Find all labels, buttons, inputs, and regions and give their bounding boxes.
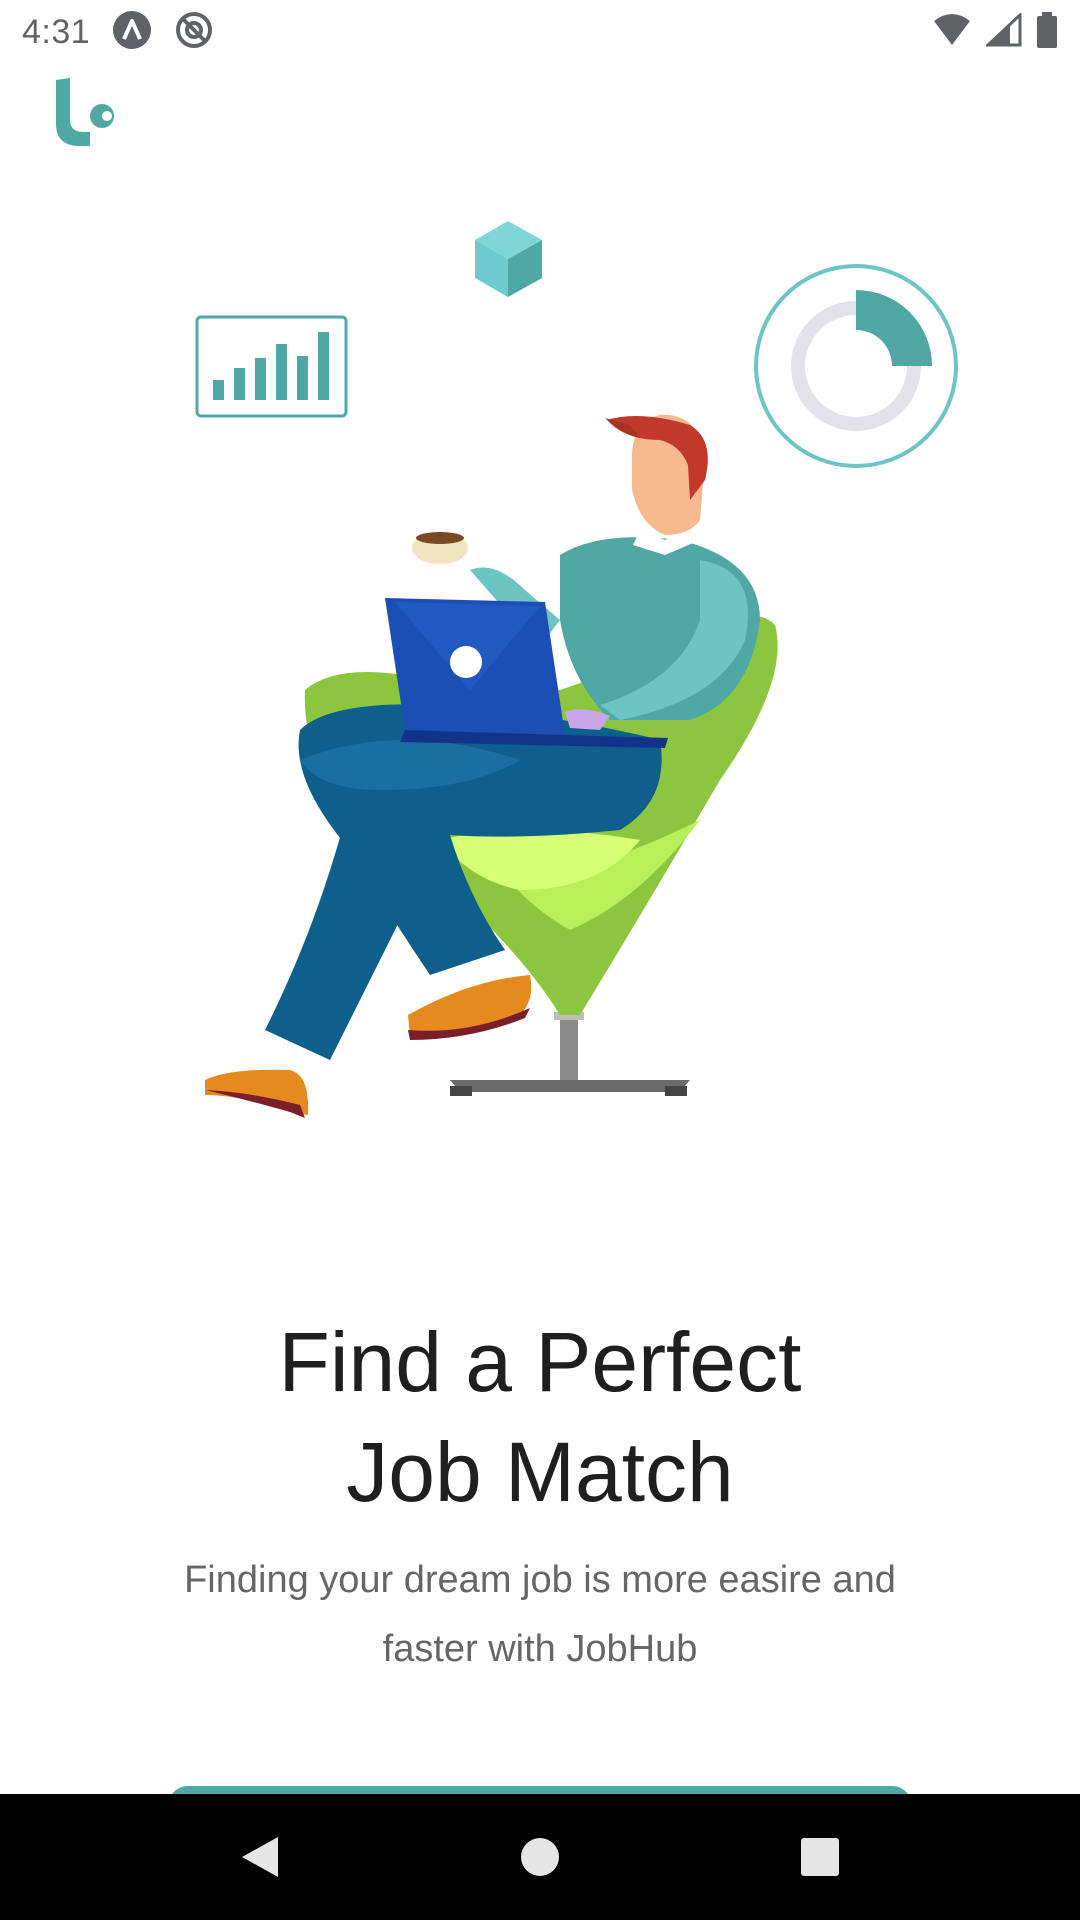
android-auto-icon [112, 10, 152, 55]
headline-line-1: Find a Perfect [278, 1315, 802, 1409]
wifi-icon [932, 13, 972, 52]
donut-chart-icon [754, 264, 958, 468]
subtitle-line-2: faster with JobHub [382, 1628, 698, 1670]
home-icon [521, 1838, 559, 1876]
onboarding-illustration [0, 200, 1080, 1130]
status-time: 4:31 [22, 12, 91, 51]
headline-line-2: Job Match [346, 1425, 734, 1519]
bar-chart-icon [195, 315, 348, 418]
status-left: 4:31 [22, 10, 214, 55]
home-button[interactable] [500, 1817, 580, 1897]
status-right [932, 11, 1058, 53]
page-title: Find a Perfect Job Match [0, 1307, 1080, 1527]
sync-off-icon [174, 10, 214, 55]
back-button[interactable] [220, 1817, 300, 1897]
battery-icon [1036, 11, 1058, 53]
page-subtitle: Finding your dream job is more easire an… [120, 1546, 960, 1684]
status-bar: 4:31 [0, 0, 1080, 64]
subtitle-line-1: Finding your dream job is more easire an… [184, 1559, 896, 1601]
navigation-bar [0, 1794, 1080, 1920]
back-icon [242, 1837, 278, 1877]
cube-icon [475, 221, 542, 297]
jobhub-logo-icon [50, 76, 120, 148]
recents-icon [801, 1838, 839, 1876]
recents-button[interactable] [780, 1817, 860, 1897]
cellular-signal-icon [984, 11, 1022, 52]
